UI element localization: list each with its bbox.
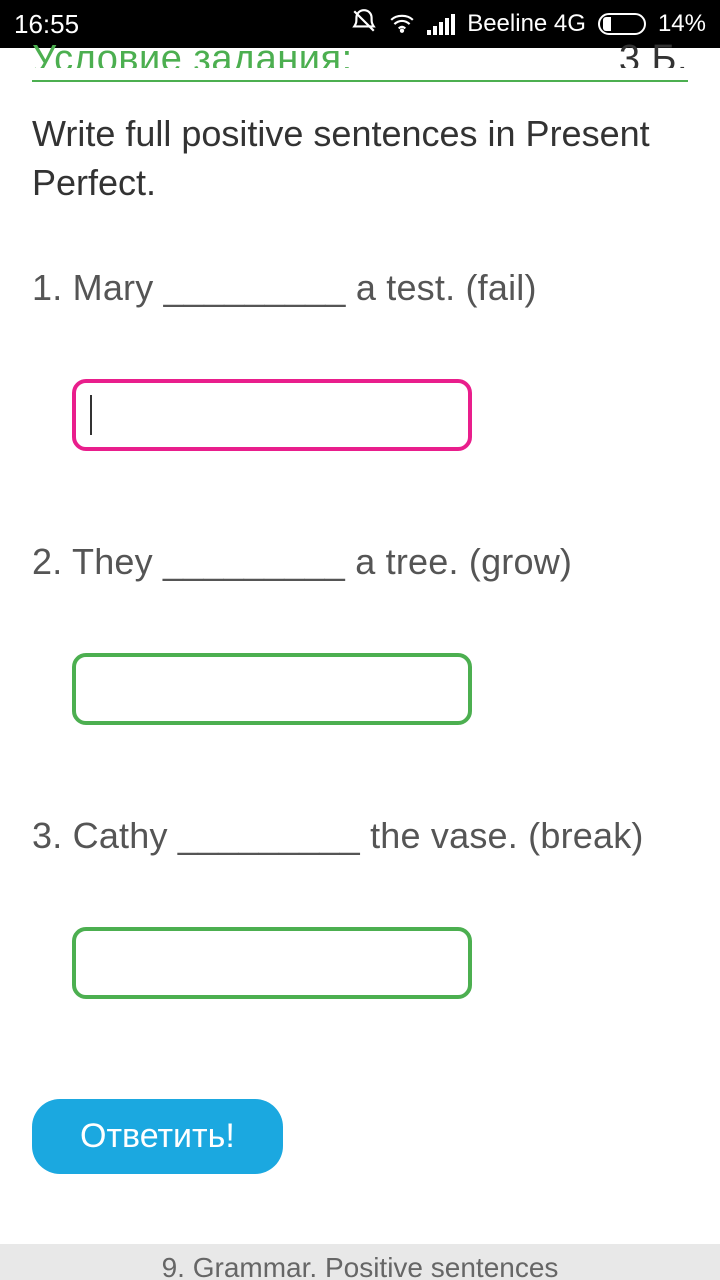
status-time: 16:55	[14, 9, 79, 40]
answer-row-2	[32, 653, 688, 725]
status-battery: 14%	[658, 10, 706, 38]
footer-bar: 9. Grammar. Positive sentences	[0, 1244, 720, 1280]
instruction-text: Write full positive sentences in Present…	[32, 110, 688, 207]
answer-row-3	[32, 927, 688, 999]
answer-input-1[interactable]	[72, 379, 472, 451]
header-title: Условие задания:	[32, 40, 353, 68]
battery-icon	[598, 13, 646, 35]
mute-icon	[351, 8, 377, 41]
question-2: 2. They _________ a tree. (grow)	[32, 541, 688, 583]
question-number: 1.	[32, 267, 62, 308]
signal-icon	[427, 13, 455, 35]
wifi-icon	[389, 9, 415, 40]
answer-row-1	[32, 379, 688, 451]
question-text: Cathy _________ the vase. (break)	[73, 815, 644, 856]
question-1: 1. Mary _________ a test. (fail)	[32, 267, 688, 309]
answer-input-2[interactable]	[72, 653, 472, 725]
question-number: 3.	[32, 815, 62, 856]
answer-input-3[interactable]	[72, 927, 472, 999]
text-cursor	[90, 395, 92, 435]
question-text: They _________ a tree. (grow)	[72, 541, 572, 582]
header-points: 3 Б.	[619, 40, 688, 68]
question-text: Mary _________ a test. (fail)	[73, 267, 537, 308]
question-3: 3. Cathy _________ the vase. (break)	[32, 815, 688, 857]
question-number: 2.	[32, 541, 62, 582]
status-carrier: Beeline 4G	[467, 10, 586, 38]
submit-button[interactable]: Ответить!	[32, 1099, 283, 1174]
main-content: Условие задания: 3 Б. Write full positiv…	[0, 40, 720, 1174]
divider	[32, 80, 688, 82]
section-header-partial: Условие задания: 3 Б.	[32, 40, 688, 68]
